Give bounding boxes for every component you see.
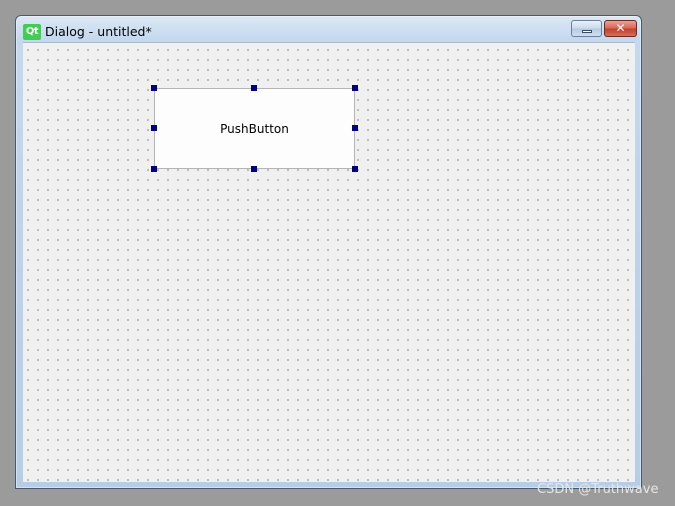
- push-button-label: PushButton: [220, 121, 289, 136]
- resize-handle-top[interactable]: [251, 85, 257, 91]
- resize-handle-top-left[interactable]: [151, 85, 157, 91]
- resize-handle-bottom-right[interactable]: [352, 166, 358, 172]
- window-title: Dialog - untitled*: [45, 24, 152, 39]
- dialog-window: Qt Dialog - untitled* ✕ PushButton: [15, 15, 642, 489]
- resize-handle-top-right[interactable]: [352, 85, 358, 91]
- minimize-button[interactable]: [571, 20, 602, 37]
- resize-handle-bottom-left[interactable]: [151, 166, 157, 172]
- resize-handle-left[interactable]: [151, 125, 157, 131]
- title-bar[interactable]: Qt Dialog - untitled* ✕: [16, 16, 641, 44]
- resize-handle-right[interactable]: [352, 125, 358, 131]
- watermark-text: CSDN @Truthwave: [537, 482, 659, 497]
- minimize-icon: [582, 30, 592, 33]
- form-canvas[interactable]: PushButton: [23, 42, 635, 482]
- resize-handle-bottom[interactable]: [251, 166, 257, 172]
- qt-logo-icon: Qt: [23, 24, 41, 40]
- close-button[interactable]: ✕: [604, 20, 637, 37]
- close-icon: ✕: [615, 21, 626, 35]
- push-button-widget[interactable]: PushButton: [154, 88, 355, 169]
